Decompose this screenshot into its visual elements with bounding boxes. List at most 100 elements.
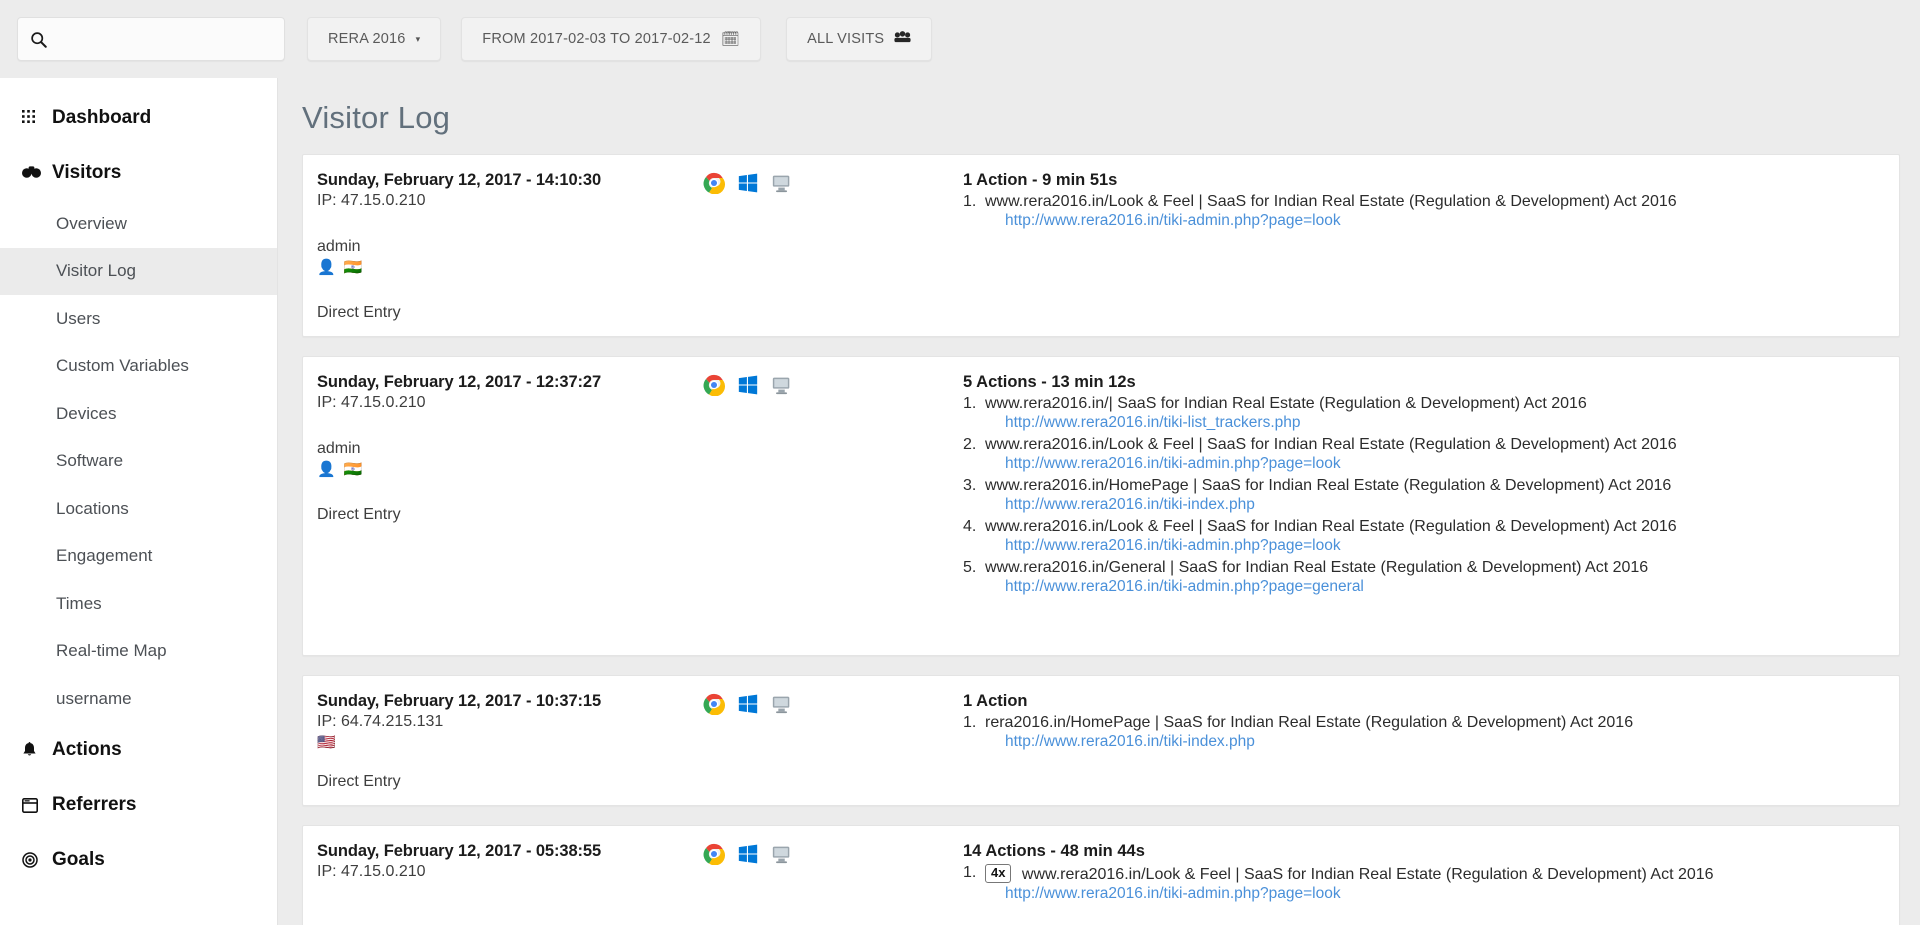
sidebar-item-dashboard[interactable]: Dashboard [0, 90, 277, 145]
action-title: www.rera2016.in/HomePage | SaaS for Indi… [985, 477, 1672, 494]
windows-icon [737, 172, 759, 194]
sidebar-item-referrers[interactable]: Referrers [0, 778, 277, 833]
desktop-icon [771, 843, 793, 865]
sidebar-item-overview[interactable]: Overview [0, 200, 277, 248]
sidebar-item-label: Real-time Map [56, 641, 167, 661]
action-url[interactable]: http://www.rera2016.in/tiki-index.php [1005, 733, 1879, 751]
visit-actions: 1 Action - 9 min 51s 1. www.rera2016.in/… [963, 171, 1899, 322]
sidebar-item-label: Actions [52, 739, 122, 760]
visit-actions: 14 Actions - 48 min 44s 1. 4x www.rera20… [963, 842, 1899, 925]
sidebar-item-devices[interactable]: Devices [0, 390, 277, 438]
action-item: 5. www.rera2016.in/General | SaaS for In… [963, 559, 1879, 596]
visit-devices [703, 171, 963, 322]
sidebar-item-label: Dashboard [52, 106, 152, 128]
calendar-icon: 🗓 [720, 30, 741, 48]
sidebar-item-users[interactable]: Users [0, 295, 277, 343]
actions-summary: 14 Actions - 48 min 44s [963, 842, 1145, 860]
date-range-label: FROM 2017-02-03 TO 2017-02-12 [482, 31, 711, 47]
sidebar-item-software[interactable]: Software [0, 438, 277, 486]
visit-flags: 👤 🇮🇳 [317, 259, 365, 276]
action-title: www.rera2016.in/Look & Feel | SaaS for I… [1021, 866, 1714, 883]
visit-card[interactable]: Sunday, February 12, 2017 - 14:10:30 IP:… [302, 154, 1900, 337]
date-range-selector[interactable]: FROM 2017-02-03 TO 2017-02-12 🗓 [461, 17, 762, 61]
visit-ip: IP: 47.15.0.210 [317, 192, 426, 209]
chrome-icon [703, 843, 725, 865]
sidebar-item-locations[interactable]: Locations [0, 485, 277, 533]
action-url[interactable]: http://www.rera2016.in/tiki-admin.php?pa… [1005, 885, 1879, 903]
action-item: 2. www.rera2016.in/Look & Feel | SaaS fo… [963, 436, 1879, 473]
sidebar-item-username[interactable]: username [0, 675, 277, 723]
visit-ip: IP: 47.15.0.210 [317, 394, 426, 411]
visit-referrer: Direct Entry [317, 506, 401, 523]
visit-devices [703, 842, 963, 925]
action-title: www.rera2016.in/| SaaS for Indian Real E… [985, 395, 1587, 412]
visit-referrer: Direct Entry [317, 773, 401, 790]
visit-actions: 5 Actions - 13 min 12s 1. www.rera2016.i… [963, 373, 1899, 641]
sidebar-item-custom-variables[interactable]: Custom Variables [0, 343, 277, 391]
sidebar-item-label: Overview [56, 213, 127, 233]
visit-flags: 👤 🇮🇳 [317, 461, 365, 478]
action-url[interactable]: http://www.rera2016.in/tiki-index.php [1005, 496, 1879, 514]
visitor-log-list: Sunday, February 12, 2017 - 14:10:30 IP:… [278, 136, 1920, 925]
top-toolbar: RERA 2016 ▾ FROM 2017-02-03 TO 2017-02-1… [0, 0, 1920, 78]
desktop-icon [771, 172, 793, 194]
visit-summary: Sunday, February 12, 2017 - 05:38:55 IP:… [303, 842, 703, 925]
action-list: 1. 4x www.rera2016.in/Look & Feel | SaaS… [963, 864, 1879, 903]
visits-selector[interactable]: ALL VISITS [786, 17, 933, 61]
visit-ip: IP: 64.74.215.131 [317, 713, 444, 730]
sidebar-item-visitor-log[interactable]: Visitor Log [0, 247, 277, 295]
action-url[interactable]: http://www.rera2016.in/tiki-admin.php?pa… [1005, 455, 1879, 473]
sidebar-item-real-time-map[interactable]: Real-time Map [0, 628, 277, 676]
action-number: 5. [963, 559, 977, 576]
action-url[interactable]: http://www.rera2016.in/tiki-admin.php?pa… [1005, 537, 1879, 555]
visit-card[interactable]: Sunday, February 12, 2017 - 05:38:55 IP:… [302, 825, 1900, 925]
sidebar-item-times[interactable]: Times [0, 580, 277, 628]
search-box[interactable] [17, 17, 285, 61]
page-title: Visitor Log [302, 100, 451, 135]
main-content: Visitor Log Sunday, February 12, 2017 - … [278, 78, 1920, 925]
sidebar-item-label: Goals [52, 849, 105, 870]
sidebar-item-visitors[interactable]: Visitors [0, 145, 277, 200]
windows-icon [737, 693, 759, 715]
visit-card[interactable]: Sunday, February 12, 2017 - 12:37:27 IP:… [302, 356, 1900, 656]
action-list: 1. www.rera2016.in/Look & Feel | SaaS fo… [963, 193, 1879, 230]
action-url[interactable]: http://www.rera2016.in/tiki-admin.php?pa… [1005, 578, 1879, 596]
visit-actions: 1 Action 1. rera2016.in/HomePage | SaaS … [963, 692, 1899, 791]
search-icon [30, 31, 47, 48]
visit-card[interactable]: Sunday, February 12, 2017 - 10:37:15 IP:… [302, 675, 1900, 806]
sidebar-item-label: Times [56, 593, 102, 613]
action-list: 1. www.rera2016.in/| SaaS for Indian Rea… [963, 395, 1879, 596]
action-url[interactable]: http://www.rera2016.in/tiki-admin.php?pa… [1005, 212, 1879, 230]
visit-summary: Sunday, February 12, 2017 - 14:10:30 IP:… [303, 171, 703, 322]
window-icon [22, 797, 52, 813]
visit-devices [703, 373, 963, 641]
visit-referrer: Direct Entry [317, 304, 401, 321]
sidebar-item-label: Software [56, 451, 124, 471]
segment-selector[interactable]: RERA 2016 ▾ [307, 17, 442, 61]
sidebar-item-label: username [56, 688, 132, 708]
binoculars-icon [22, 166, 52, 179]
action-number: 1. [963, 395, 977, 412]
sidebar-item-label: Referrers [52, 794, 137, 815]
action-item: 4. www.rera2016.in/Look & Feel | SaaS fo… [963, 518, 1879, 555]
grid-icon [22, 110, 52, 125]
visit-user: admin [317, 440, 361, 457]
chrome-icon [703, 374, 725, 396]
sidebar-item-label: Users [56, 308, 101, 328]
sidebar-item-label: Custom Variables [56, 356, 189, 376]
sidebar-item-engagement[interactable]: Engagement [0, 533, 277, 581]
actions-summary: 1 Action [963, 692, 1028, 710]
action-url[interactable]: http://www.rera2016.in/tiki-list_tracker… [1005, 414, 1879, 432]
windows-icon [737, 374, 759, 396]
action-item: 1. www.rera2016.in/Look & Feel | SaaS fo… [963, 193, 1879, 230]
sidebar-item-goals[interactable]: Goals [0, 833, 277, 888]
actions-summary: 1 Action - 9 min 51s [963, 171, 1118, 189]
bell-icon [22, 742, 52, 758]
search-input[interactable] [55, 30, 265, 48]
sidebar-item-label: Engagement [56, 546, 153, 566]
sidebar-item-label: Devices [56, 403, 117, 423]
sidebar-item-label: Visitor Log [56, 261, 137, 281]
action-list: 1. rera2016.in/HomePage | SaaS for India… [963, 714, 1879, 751]
sidebar-item-actions[interactable]: Actions [0, 723, 277, 778]
sidebar-item-label: Visitors [52, 161, 122, 183]
